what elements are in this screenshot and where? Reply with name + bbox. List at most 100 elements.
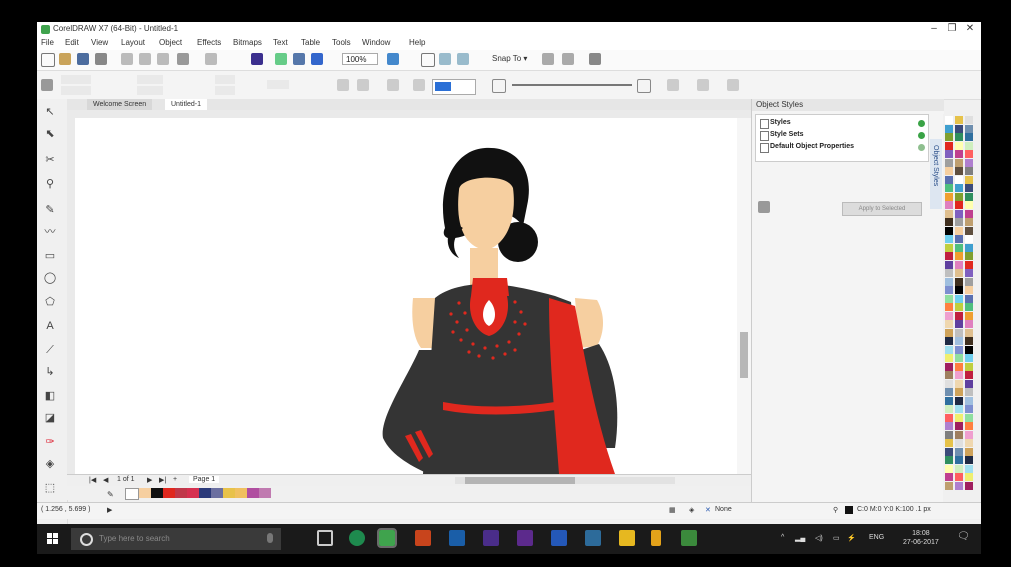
palette-swatch[interactable] [945,124,953,133]
network-icon[interactable]: ▂▄ [795,534,805,542]
apply-to-selected-button[interactable]: Apply to Selected [842,202,922,216]
palette-swatch[interactable] [945,362,953,371]
palette-swatch[interactable] [945,158,953,167]
paste-icon[interactable] [157,53,169,65]
palette-swatch[interactable] [965,345,973,354]
coreldraw-taskbar-icon[interactable] [377,528,397,548]
palette-swatch[interactable] [955,226,963,235]
palette-swatch[interactable] [955,192,963,201]
palette-swatch[interactable] [965,473,973,481]
text-tool-icon-box[interactable]: A [43,319,57,333]
palette-swatch[interactable] [955,243,963,252]
palette-swatch[interactable] [965,311,973,320]
reset-icon[interactable] [918,144,925,151]
palette-swatch[interactable] [955,218,963,226]
palette-swatch[interactable] [955,141,963,150]
menu-window[interactable]: Window [362,38,390,47]
palette-swatch[interactable] [945,405,953,413]
guidelines-icon[interactable] [457,53,469,65]
language-indicator[interactable]: ENG [869,534,884,541]
palette-swatch[interactable] [945,345,953,354]
zoom-level-field[interactable]: 100% [342,53,378,65]
palette-swatch[interactable] [955,396,963,405]
tree-item-style-sets[interactable]: Style Sets [770,131,803,138]
palette-swatch[interactable] [965,269,973,277]
palette-swatch[interactable] [965,439,973,447]
polygon-tool-icon[interactable]: ⬠ [43,295,57,309]
minimize-button[interactable]: – [927,23,941,34]
line-style-dropdown[interactable] [512,84,632,86]
end-arrowhead-icon[interactable] [637,79,651,93]
palette-swatch[interactable] [965,447,973,456]
menu-edit[interactable]: Edit [65,38,79,47]
palette-swatch[interactable] [965,175,973,184]
palette-swatch[interactable] [955,456,963,464]
palette-swatch[interactable] [955,311,963,320]
color-eyedropper-icon[interactable]: ✑ [43,435,57,449]
palette-swatch[interactable] [945,473,953,481]
palette-swatch[interactable] [965,362,973,371]
crop-tool-icon[interactable]: ✂ [43,153,57,167]
tray-app-icon[interactable]: ⚡ [847,534,856,542]
previous-page-button[interactable]: ◀ [103,476,108,484]
publish-pdf-icon[interactable] [311,53,323,65]
palette-swatch[interactable] [965,371,973,379]
no-color-swatch[interactable] [125,488,139,500]
palette-swatch[interactable] [945,464,953,473]
palette-swatch[interactable] [945,201,953,209]
smart-fill-icon[interactable]: ⬚ [43,481,57,495]
notifications-icon[interactable]: 🗨 [957,531,970,542]
palette-swatch[interactable] [965,396,973,405]
palette-swatch[interactable] [965,277,973,286]
palette-swatch[interactable] [965,405,973,413]
palette-swatch[interactable] [945,235,953,243]
word-icon[interactable] [551,530,567,546]
menu-view[interactable]: View [91,38,108,47]
restore-button[interactable]: ❐ [945,23,959,34]
swatch-slate[interactable] [211,488,223,498]
palette-swatch[interactable] [965,430,973,439]
photos-icon[interactable] [681,530,697,546]
palette-swatch[interactable] [955,286,963,294]
palette-swatch[interactable] [945,226,953,235]
eyedropper-icon[interactable]: ✎ [107,490,119,500]
palette-swatch[interactable] [955,303,963,311]
clock[interactable]: 18:08 27-06-2017 [903,529,939,547]
taskbar-search[interactable]: Type here to search [71,528,281,550]
palette-swatch[interactable] [965,252,973,260]
swatch-red[interactable] [163,488,175,498]
last-page-button[interactable]: ▶| [159,476,166,484]
menu-tools[interactable]: Tools [332,38,351,47]
tab-untitled-1[interactable]: Untitled-1 [165,99,207,110]
palette-swatch[interactable] [955,124,963,133]
swatch-navy[interactable] [199,488,211,498]
wrap-text-icon[interactable] [413,79,425,91]
export-icon[interactable] [293,53,305,65]
palette-swatch[interactable] [965,413,973,422]
photoshop-icon[interactable] [449,530,465,546]
menu-bitmaps[interactable]: Bitmaps [233,38,262,47]
palette-swatch[interactable] [965,218,973,226]
palette-swatch[interactable] [945,167,953,175]
add-style-set-icon[interactable] [918,132,925,139]
palette-swatch[interactable] [955,252,963,260]
palette-swatch[interactable] [965,481,973,490]
menu-object[interactable]: Object [159,38,182,47]
palette-swatch[interactable] [955,269,963,277]
connector-tool-icon[interactable]: ↳ [43,365,57,379]
tab-page-1[interactable]: Page 1 [189,476,220,483]
add-page-button[interactable]: + [173,476,177,483]
palette-swatch[interactable] [945,379,953,388]
palette-swatch[interactable] [955,209,963,218]
palette-swatch[interactable] [955,388,963,396]
palette-swatch[interactable] [945,269,953,277]
media-app-icon[interactable] [585,530,601,546]
rotation-field[interactable] [267,80,289,89]
palette-swatch[interactable] [965,209,973,218]
mirror-vertical-icon[interactable] [357,79,369,91]
palette-swatch[interactable] [945,303,953,311]
rectangle-tool-icon[interactable]: ▭ [43,249,57,263]
palette-swatch[interactable] [965,141,973,150]
width-field[interactable] [137,75,163,84]
shape-tool-icon[interactable]: ⬉ [43,127,57,141]
